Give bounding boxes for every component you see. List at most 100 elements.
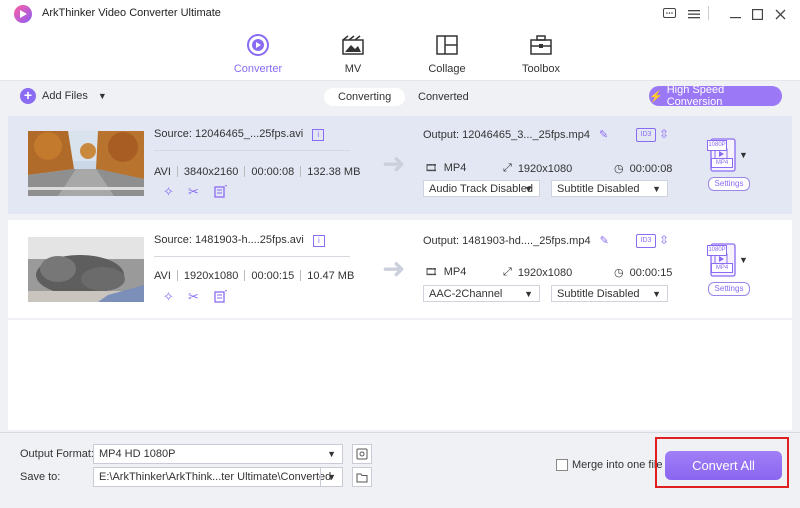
compare-icon[interactable]: ⇳ xyxy=(659,233,669,247)
format-badge: MP4 xyxy=(711,158,733,168)
output-resolution-spec: ⤢ 1920x1080 xyxy=(503,266,572,279)
audio-track-dropdown[interactable]: AAC-2Channel ▼ xyxy=(423,285,540,302)
enhance-icon[interactable]: ✧ xyxy=(163,289,174,305)
output-format-select[interactable]: MP4 HD 1080P ▼ xyxy=(93,444,343,464)
tab-label: Converter xyxy=(233,63,283,75)
subtitle-dropdown[interactable]: Subtitle Disabled ▼ xyxy=(551,285,668,302)
converter-icon xyxy=(223,33,293,57)
resize-icon: ⤢ xyxy=(503,266,512,278)
arrow-right-icon: ➜ xyxy=(382,148,406,179)
compare-icon[interactable]: ⇳ xyxy=(659,127,669,141)
source-filename: Source: 1481903-h....25fps.avi i xyxy=(154,234,325,247)
output-duration-spec: ◷ 00:00:08 xyxy=(614,162,673,176)
feedback-icon[interactable] xyxy=(660,5,678,23)
tab-mv[interactable]: MV xyxy=(318,33,388,75)
output-format: MP4 xyxy=(443,266,467,278)
arrow-right-icon: ➜ xyxy=(382,253,406,284)
audio-track-dropdown[interactable]: Audio Track Disabled ▼ xyxy=(423,180,540,197)
source-duration: 00:00:08 xyxy=(251,166,295,178)
title-divider xyxy=(708,6,709,20)
high-speed-conversion-button[interactable]: ⚡ High Speed Conversion xyxy=(649,84,782,108)
high-speed-label: High Speed Conversion xyxy=(666,84,725,108)
menu-icon[interactable] xyxy=(685,5,703,23)
chevron-down-icon[interactable]: ▼ xyxy=(739,150,748,160)
edit-icon[interactable] xyxy=(214,184,228,201)
output-duration-spec: ◷ 00:00:15 xyxy=(614,266,673,280)
source-meta: AVI 3840x2160 00:00:08 132.38 MB xyxy=(154,166,360,178)
source-format: AVI xyxy=(154,270,171,282)
file-list-empty-area xyxy=(8,320,792,430)
cut-icon[interactable]: ✂ xyxy=(188,289,199,305)
toolbox-icon xyxy=(506,33,576,57)
output-format-spec: 🎞 MP4 xyxy=(425,162,466,174)
select-divider xyxy=(320,468,321,486)
minimize-button[interactable] xyxy=(726,5,744,23)
save-to-label: Save to: xyxy=(20,471,61,483)
format-badge: MP4 xyxy=(711,263,733,273)
close-button[interactable] xyxy=(771,5,789,23)
tab-converted[interactable]: Converted xyxy=(404,88,483,106)
chevron-down-icon: ▼ xyxy=(327,449,336,459)
resolution-badge: 1080P xyxy=(707,245,727,256)
tab-label: Toolbox xyxy=(522,63,560,75)
source-size: 132.38 MB xyxy=(307,166,361,178)
lightning-icon: ⚡ xyxy=(649,90,663,103)
add-files-button[interactable]: + Add Files ▼ xyxy=(20,88,107,104)
save-to-select[interactable]: E:\ArkThinker\ArkThink...ter Ultimate\Co… xyxy=(93,467,343,487)
source-format: AVI xyxy=(154,166,171,178)
id3-icon[interactable]: ID3 xyxy=(636,128,656,142)
enhance-icon[interactable]: ✧ xyxy=(163,184,174,200)
chevron-down-icon: ▼ xyxy=(327,472,336,482)
top-navigation xyxy=(0,28,800,81)
info-icon[interactable]: i xyxy=(312,129,325,141)
id3-icon[interactable]: ID3 xyxy=(636,234,656,248)
subtitle-dropdown[interactable]: Subtitle Disabled ▼ xyxy=(551,180,668,197)
app-logo-icon xyxy=(14,5,32,23)
tab-converting[interactable]: Converting xyxy=(324,88,406,106)
chevron-down-icon[interactable]: ▼ xyxy=(98,91,107,101)
output-format-spec: 🎞 MP4 xyxy=(425,266,466,278)
source-resolution: 1920x1080 xyxy=(183,270,239,282)
video-thumbnail xyxy=(28,237,144,302)
collage-icon xyxy=(412,33,482,57)
output-format: MP4 xyxy=(443,162,467,174)
clock-icon: ◷ xyxy=(614,163,624,175)
maximize-button[interactable] xyxy=(748,5,766,23)
tab-collage[interactable]: Collage xyxy=(412,33,482,75)
edit-icon[interactable] xyxy=(214,289,228,306)
output-format-label: Output Format: xyxy=(20,448,94,460)
chevron-down-icon[interactable]: ▼ xyxy=(739,255,748,265)
source-meta: AVI 1920x1080 00:00:15 10.47 MB xyxy=(154,270,354,282)
window-title: ArkThinker Video Converter Ultimate xyxy=(42,7,221,19)
output-filename: Output: 12046465_3..._25fps.mp4 ✎ xyxy=(423,129,609,141)
output-resolution: 1920x1080 xyxy=(517,266,573,279)
source-size: 10.47 MB xyxy=(307,270,355,282)
film-icon: 🎞 xyxy=(425,162,438,174)
convert-all-button[interactable]: Convert All xyxy=(665,451,782,480)
output-filename: Output: 1481903-hd...._25fps.mp4 ✎ xyxy=(423,235,609,247)
output-resolution: 1920x1080 xyxy=(517,162,573,175)
rename-icon[interactable]: ✎ xyxy=(599,129,608,141)
merge-option[interactable]: Merge into one file xyxy=(556,459,663,471)
tab-converter[interactable]: Converter xyxy=(223,33,293,75)
divider xyxy=(154,256,350,257)
format-settings-button[interactable] xyxy=(352,444,372,464)
rename-icon[interactable]: ✎ xyxy=(600,235,609,247)
settings-button[interactable]: Settings xyxy=(708,282,750,296)
video-thumbnail xyxy=(28,131,144,196)
cut-icon[interactable]: ✂ xyxy=(188,184,199,200)
film-icon: 🎞 xyxy=(425,266,438,278)
merge-label: Merge into one file xyxy=(572,459,663,471)
open-folder-button[interactable] xyxy=(352,467,372,487)
source-resolution: 3840x2160 xyxy=(183,166,239,178)
info-icon[interactable]: i xyxy=(312,235,325,247)
clock-icon: ◷ xyxy=(614,267,624,279)
output-resolution-spec: ⤢ 1920x1080 xyxy=(503,162,572,175)
output-duration: 00:00:08 xyxy=(629,162,673,175)
merge-checkbox[interactable] xyxy=(556,459,568,471)
output-duration: 00:00:15 xyxy=(629,266,673,279)
tab-toolbox[interactable]: Toolbox xyxy=(506,33,576,75)
settings-button[interactable]: Settings xyxy=(708,177,750,191)
resolution-badge: 1080P xyxy=(707,140,727,151)
tab-label: MV xyxy=(344,63,362,75)
